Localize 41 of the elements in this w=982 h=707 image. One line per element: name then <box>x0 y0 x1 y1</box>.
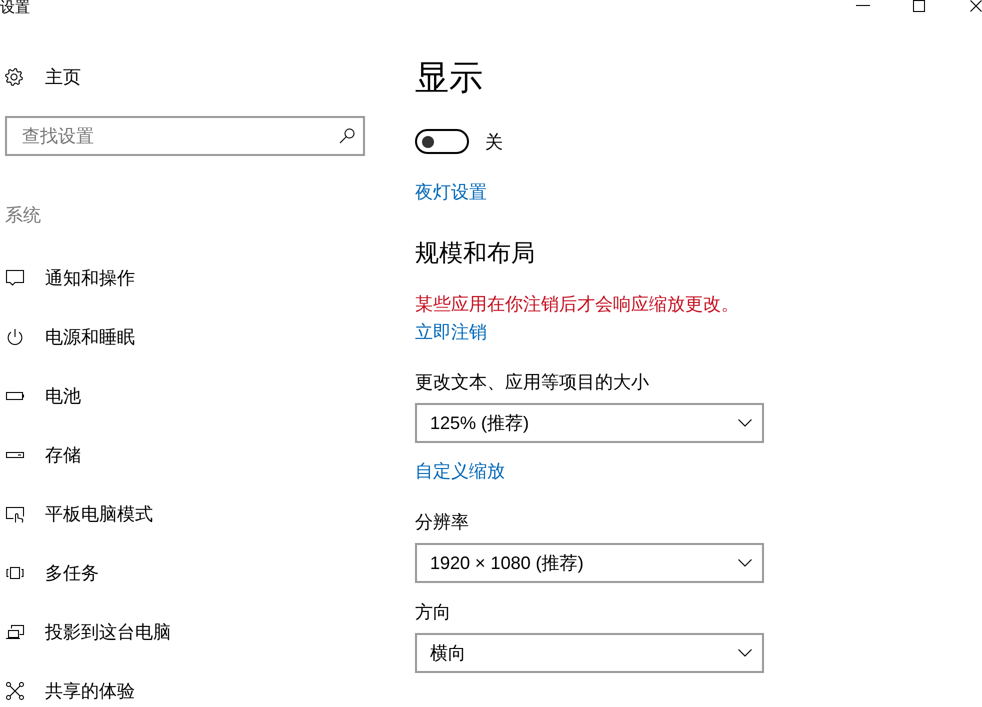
field-label: 方向 <box>415 602 451 622</box>
nav-item[interactable]: 平板电脑模式 <box>0 502 370 526</box>
nav-item[interactable]: 电源和睡眠 <box>0 325 370 349</box>
warning-text: 某些应用在你注销后才会响应缩放更改。 <box>415 294 739 314</box>
nav-item[interactable]: 通知和操作 <box>0 266 370 290</box>
screens-icon <box>5 622 25 642</box>
chevron-down-icon <box>738 559 752 567</box>
power-icon <box>5 327 25 347</box>
close-icon <box>970 0 982 12</box>
minimize-icon <box>856 5 870 6</box>
toggle-state-label: 关 <box>485 130 503 152</box>
close-button[interactable] <box>970 0 982 12</box>
nav-item[interactable]: 多任务 <box>0 561 370 585</box>
settings-gear-icon <box>5 68 23 86</box>
tablet-hand-icon <box>5 504 25 524</box>
section-title: 系统 <box>5 205 41 225</box>
window-title: 设置 <box>0 0 30 16</box>
dropdown[interactable]: 1920 × 1080 (推荐) <box>415 543 764 583</box>
connected-nodes-icon <box>5 681 25 701</box>
maximize-icon <box>913 0 925 12</box>
maximize-button[interactable] <box>913 0 925 12</box>
chevron-down-icon <box>738 649 752 657</box>
sign-out-link[interactable]: 立即注销 <box>415 322 487 342</box>
custom-scaling-link[interactable]: 自定义缩放 <box>415 461 505 481</box>
nav-item[interactable]: 投影到这台电脑 <box>0 620 370 644</box>
dropdown[interactable]: 横向 <box>415 633 764 673</box>
speech-bubble-icon <box>5 268 25 288</box>
field-label: 更改文本、应用等项目的大小 <box>415 372 649 392</box>
dropdown[interactable]: 125% (推荐) <box>415 403 764 443</box>
night-light-toggle[interactable] <box>415 129 469 154</box>
section-heading: 规模和布局 <box>415 240 535 268</box>
nav-item[interactable]: 共享的体验 <box>0 679 370 703</box>
page-title: 显示 <box>415 60 483 96</box>
night-light-settings-link[interactable]: 夜灯设置 <box>415 182 487 202</box>
search-icon <box>339 128 355 144</box>
nav-item[interactable]: 存储 <box>0 443 370 467</box>
field-label: 分辨率 <box>415 512 469 532</box>
chevron-down-icon <box>738 419 752 427</box>
nav-item[interactable]: 电池 <box>0 384 370 408</box>
search-field[interactable]: 查找设置 <box>5 116 365 156</box>
home-link[interactable]: 主页 <box>5 64 365 90</box>
